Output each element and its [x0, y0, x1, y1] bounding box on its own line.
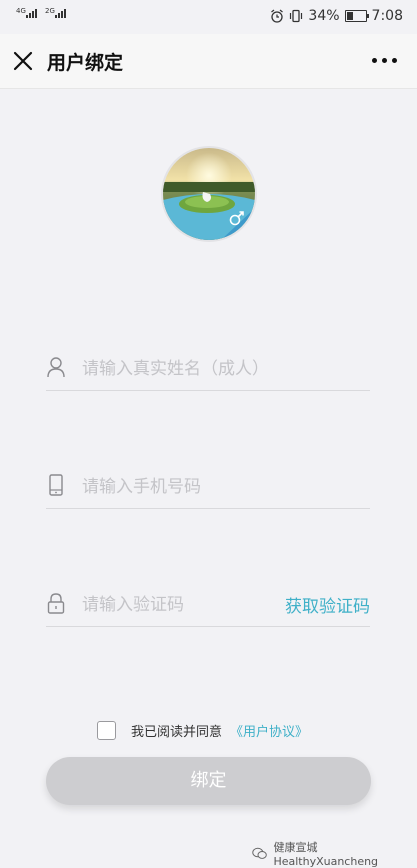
signal-icon-2: 2G — [45, 7, 66, 18]
battery-icon — [344, 10, 369, 22]
verification-code-field: 获取验证码 — [46, 582, 370, 627]
lock-icon — [47, 593, 65, 614]
wechat-icon — [252, 847, 267, 859]
agreement-checkbox[interactable] — [97, 720, 116, 740]
agreement-row: 我已阅读并同意 《用户协议》 — [97, 719, 308, 741]
signal-icon-1: 4G — [16, 7, 37, 18]
close-icon[interactable] — [12, 50, 34, 72]
page-title: 用户绑定 — [47, 52, 124, 74]
phone-field — [46, 464, 370, 509]
avatar[interactable] — [161, 146, 257, 242]
phone-input[interactable] — [80, 470, 314, 504]
network-type-1: 4G — [16, 7, 26, 15]
bind-button[interactable]: 绑定 — [46, 757, 371, 805]
clock: 7:08 — [371, 8, 403, 24]
network-type-2: 2G — [45, 7, 55, 15]
agreement-text: 我已阅读并同意 — [131, 724, 223, 740]
phone-icon — [49, 474, 63, 496]
verification-code-input[interactable] — [80, 588, 314, 622]
nav-bar: 用户绑定 — [0, 34, 417, 89]
status-right: 34% 7:08 — [270, 8, 403, 24]
name-field — [46, 346, 370, 391]
vibrate-icon — [290, 9, 303, 23]
avatar-image — [163, 148, 255, 240]
user-agreement-link[interactable]: 《用户协议》 — [230, 721, 308, 740]
battery-percent: 34% — [308, 8, 340, 24]
signal-indicators: 4G 2G — [16, 7, 66, 18]
more-options-icon[interactable] — [372, 58, 397, 63]
watermark: 健康宣城HealthyXuancheng — [252, 839, 417, 868]
status-bar: 4G 2G 34% 7:08 — [0, 0, 417, 34]
get-code-button[interactable]: 获取验证码 — [285, 592, 370, 617]
watermark-text: 健康宣城HealthyXuancheng — [273, 841, 379, 868]
person-icon — [47, 357, 65, 378]
alarm-icon — [271, 9, 284, 23]
name-input[interactable] — [80, 352, 314, 386]
